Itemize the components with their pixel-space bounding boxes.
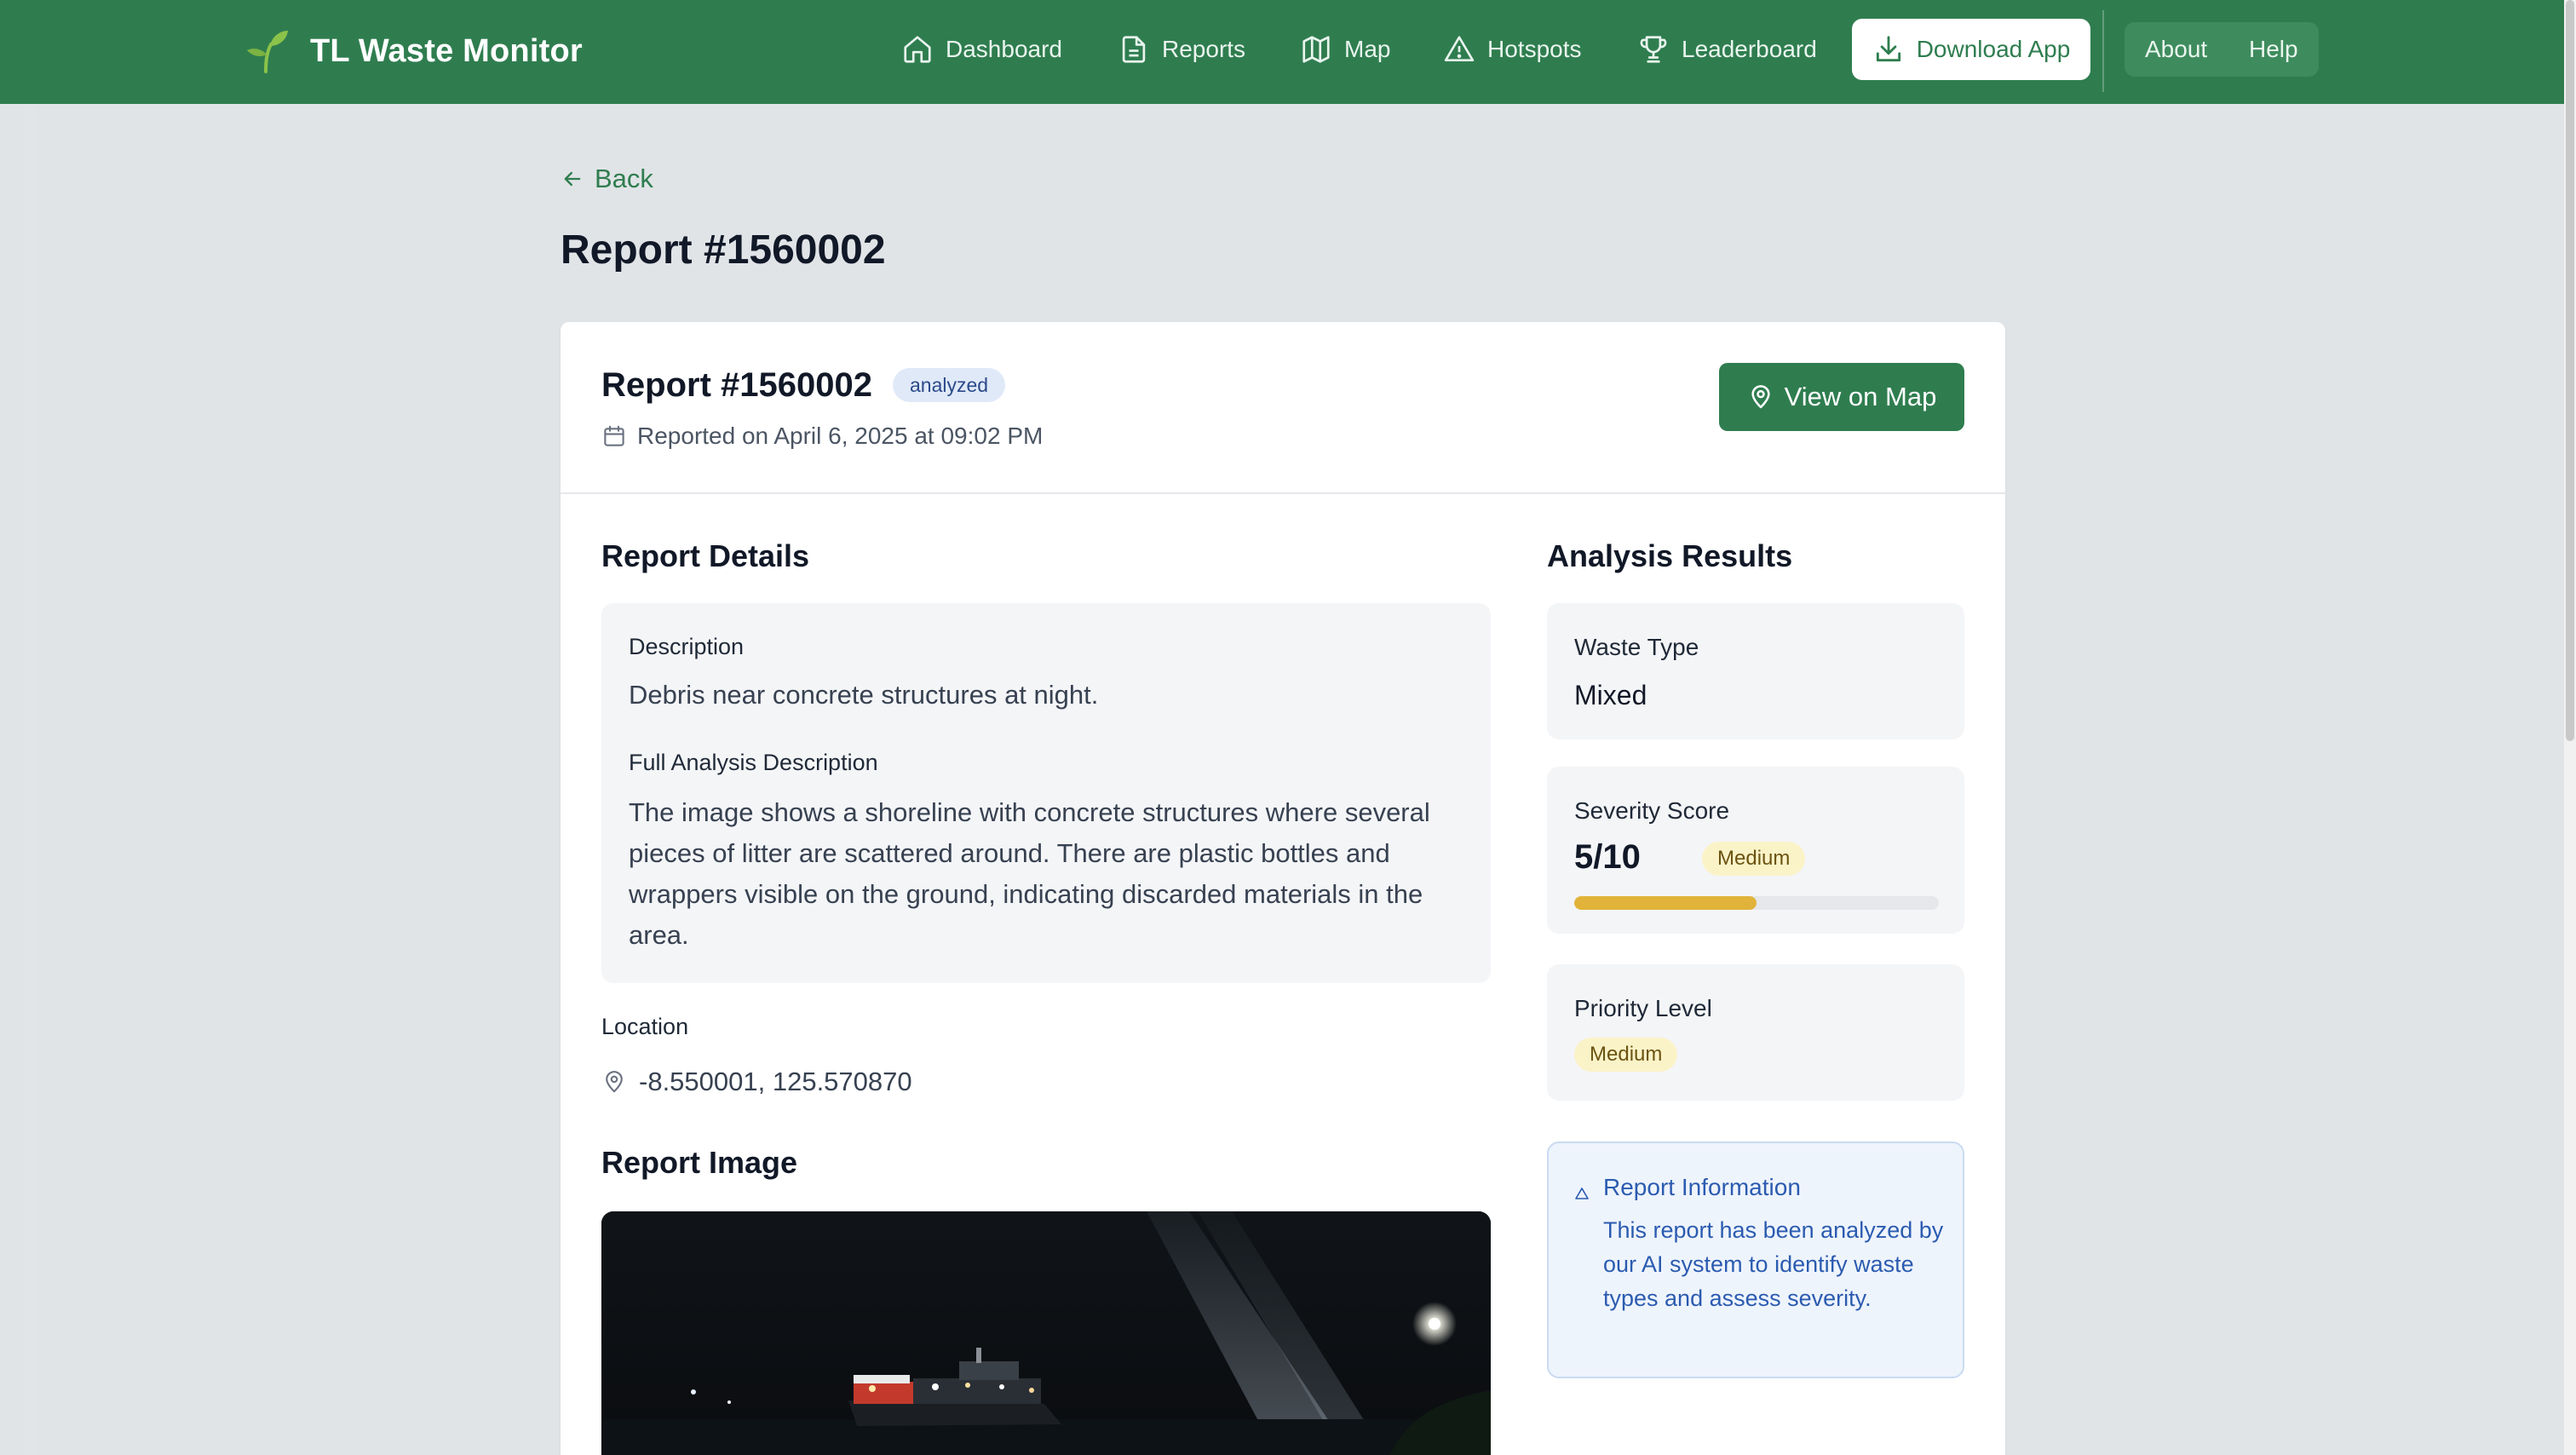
location-label: Location [601,1014,689,1039]
info-icon [1575,1188,1589,1199]
sprout-icon [247,31,288,73]
description-box: Description Debris near concrete structu… [601,603,1491,983]
nav-hotspots[interactable]: Hotspots [1443,26,1582,73]
report-card-header: Report #1560002 analyzed Reported on Apr… [561,322,2005,494]
nav-dashboard[interactable]: Dashboard [901,26,1062,73]
view-on-map-button[interactable]: View on Map [1719,363,1964,431]
nav-leaderboard-label: Leaderboard [1682,36,1817,62]
night-shoreline-photo [601,1211,1491,1455]
priority-level-box: Priority Level Medium [1547,964,1964,1101]
nav-about[interactable]: About [2145,36,2207,63]
severity-score-value: 5/10 [1574,838,1641,876]
severity-level-badge: Medium [1702,842,1806,876]
back-label: Back [595,164,653,193]
top-navbar: TL Waste Monitor Dashboard Reports Map H… [0,0,2564,104]
nav-reports-label: Reports [1162,36,1246,62]
download-app-label: Download App [1916,36,2071,62]
waste-type-label: Waste Type [1574,634,1699,660]
warning-triangle-icon [1444,36,1475,62]
nav-hotspots-label: Hotspots [1487,36,1582,62]
map-pin-icon [606,1071,623,1093]
document-icon [1122,36,1146,63]
status-badge: analyzed [893,368,1006,402]
scrollbar-thumb[interactable] [2566,0,2574,741]
priority-level-label: Priority Level [1574,995,1712,1021]
map-pin-icon [1751,385,1770,409]
trophy-icon [1640,36,1667,63]
severity-score-label: Severity Score [1574,797,1730,824]
report-image[interactable] [601,1211,1491,1455]
severity-bar [1574,896,1939,910]
priority-level-badge: Medium [1574,1038,1678,1072]
map-icon [1302,36,1330,63]
page-scrollbar[interactable] [2564,0,2576,1455]
nav-reports[interactable]: Reports [1118,26,1245,73]
report-information-title: Report Information [1603,1174,1801,1200]
severity-bar-fill [1574,896,1757,910]
arrow-left-icon [564,171,581,187]
report-details-title: Report Details [601,538,810,573]
report-image-title: Report Image [601,1145,798,1180]
app-title: TL Waste Monitor [310,32,583,69]
full-analysis-label: Full Analysis Description [629,750,878,775]
nav-dashboard-label: Dashboard [946,36,1062,62]
download-icon [1876,36,1900,62]
about-help-group: About Help [2125,22,2319,77]
location-coordinates: -8.550001, 125.570870 [601,1065,912,1099]
page-title: Report #1560002 [561,227,886,273]
waste-type-box: Waste Type Mixed [1547,603,1964,739]
nav-leaderboard[interactable]: Leaderboard [1637,26,1817,73]
back-link[interactable]: Back [561,162,653,196]
reported-date: Reported on April 6, 2025 at 09:02 PM [601,419,1043,453]
nav-map-label: Map [1344,36,1391,62]
nav-help[interactable]: Help [2249,36,2298,63]
nav-divider [2102,10,2104,92]
analysis-results-title: Analysis Results [1547,538,1793,573]
report-card: Report #1560002 analyzed Reported on Apr… [561,322,2005,1455]
report-title: Report #1560002 [601,366,872,404]
brand[interactable]: TL Waste Monitor [244,26,583,77]
severity-score-box: Severity Score 5/10 Medium [1547,767,1964,934]
view-on-map-label: View on Map [1784,382,1937,411]
report-information-box: Report Information This report has been … [1547,1142,1964,1378]
download-app-button[interactable]: Download App [1852,19,2090,80]
reported-date-text: Reported on April 6, 2025 at 09:02 PM [637,423,1044,449]
waste-type-value: Mixed [1574,680,1647,710]
home-icon [904,36,931,63]
report-information-text: This report has been analyzed by our AI … [1603,1217,1944,1311]
description-text: Debris near concrete structures at night… [629,680,1099,710]
calendar-icon [604,425,624,446]
nav-map[interactable]: Map [1300,26,1390,73]
location-text: -8.550001, 125.570870 [639,1067,912,1096]
description-label: Description [629,634,745,659]
full-analysis-text: The image shows a shoreline with concret… [629,797,1430,950]
